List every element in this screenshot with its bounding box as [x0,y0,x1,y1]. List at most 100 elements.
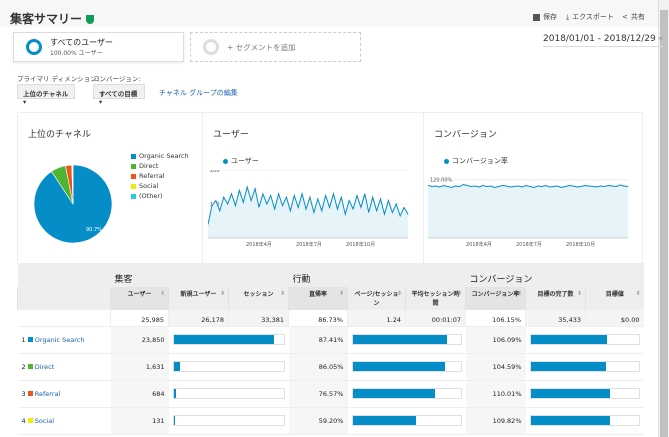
data-point [356,195,358,196]
data-point [297,207,299,208]
channel-link[interactable]: Referral [35,390,61,398]
chevron-down-icon: ▼ [658,36,664,43]
data-point [588,185,590,187]
channel-cell: 2 Direct [17,353,111,381]
sort-icon[interactable]: ⬍ [339,290,344,297]
data-point [498,186,499,187]
data-point [435,185,437,187]
primary-dimension-label: プライマリ ディメンション: [17,75,99,83]
segment-all-users[interactable]: すべてのユーザー 100.00% ユーザー [13,32,184,62]
pie-legend-item[interactable]: Referral [131,172,165,180]
channel-link[interactable]: Organic Search [35,336,85,344]
channel-color-swatch [27,336,33,342]
bar-fill [173,362,181,371]
data-point [623,185,625,187]
add-segment-label: + セグメントを追加 [227,42,296,52]
column-label: 平均セッション時間 [411,291,460,307]
data-point [521,186,523,188]
bar-cell [525,326,644,354]
data-point [443,185,444,186]
legend-label: Social [139,182,159,190]
total-value: 35,433 [525,310,586,327]
date-range-picker[interactable]: 2018/01/01 - 2018/12/29 ▼ [543,34,664,47]
y-tick-label: 120.00% [430,178,452,184]
sort-icon[interactable]: ⬍ [397,290,402,297]
add-segment-button[interactable]: + セグメントを追加 [190,32,361,62]
bar-cell [168,326,289,354]
data-point [494,187,495,188]
bar-fill [530,389,610,398]
data-point [545,185,546,186]
dimension-dropdown[interactable]: 上位のチャネル ▾ [17,84,75,106]
sort-icon[interactable]: ⬍ [635,290,640,297]
pie-legend-item[interactable]: Organic Search [131,152,189,160]
pie-legend-item[interactable]: Social [131,182,158,190]
save-button[interactable]: 保存 [533,12,557,22]
bounce-value: 86.05% [288,353,348,381]
sort-icon[interactable]: ⬍ [517,290,522,297]
column-header[interactable]: コンバージョン率 ⬍ [465,287,526,310]
scrollbar-thumb[interactable] [660,10,668,437]
channel-link[interactable]: Social [35,417,54,425]
column-header[interactable]: ページ/セッション ⬍ [347,287,406,310]
data-point [242,202,244,203]
legend-label: コンバージョン率 [452,157,508,165]
pie-legend-item[interactable]: (Other) [131,192,163,200]
total-value: $0.00 [585,310,644,327]
export-button[interactable]: ⤓ エクスポート [566,12,614,22]
sort-icon[interactable]: ⬇ [160,290,165,297]
data-point [317,198,319,200]
bar-cell [168,353,289,381]
column-header[interactable]: 目標値 ⬍ [585,287,644,310]
column-label: 新規ユーザー [180,291,217,298]
data-point [517,185,519,187]
data-point [219,210,221,212]
column-header[interactable]: 平均セッション時間 ⬍ [405,287,466,310]
bar-fill [352,416,417,425]
data-point [352,208,354,210]
legend-swatch [131,173,136,179]
column-header[interactable]: 目標の完了数 ⬍ [525,287,586,310]
pie-legend-item[interactable]: Direct [131,162,158,170]
data-point [482,185,484,186]
legend-swatch [131,193,136,199]
bar-track [351,361,462,372]
channel-color-swatch [27,390,33,396]
bar-fill [530,416,610,425]
bar-fill [352,389,436,398]
table-row: 4 Social 131 59.20% 109.82% [17,407,644,435]
users-value: 23,850 [110,326,169,354]
data-point [266,203,268,205]
share-button[interactable]: < 共有 [622,12,645,22]
bar-track [172,361,285,372]
data-point [388,200,389,201]
column-header[interactable]: ユーザー ⬇ [110,287,169,310]
data-point [612,185,613,187]
table-row: 2 Direct 1,631 86.05% 104.59% [17,353,644,381]
conversion-dropdown[interactable]: すべての目標 ▾ [93,84,145,106]
column-header[interactable]: 直帰率 ⬍ [288,287,348,310]
bar-track [529,388,640,399]
export-label: エクスポート [572,13,614,21]
column-header[interactable]: 新規ユーザー ⬍ [168,287,229,310]
data-point [462,184,464,185]
legend-label: Direct [139,162,159,170]
edit-channel-group-link[interactable]: チャネル グループの編集 [159,88,238,98]
data-point [486,186,488,187]
data-point [568,185,570,186]
channel-link[interactable]: Direct [35,363,54,371]
row-index: 3 [21,389,26,398]
data-point [262,193,264,195]
sort-icon[interactable]: ⬍ [577,290,582,297]
bar-fill [173,335,275,344]
sort-icon[interactable]: ⬍ [280,290,285,297]
column-label: ページ/セッション [354,291,399,307]
data-point [525,185,527,186]
data-point [466,185,468,186]
sort-icon[interactable]: ⬍ [457,290,462,297]
bar-track [351,388,462,399]
sort-icon[interactable]: ⬍ [220,290,225,297]
data-point [282,205,283,206]
column-header[interactable]: セッション ⬍ [228,287,289,310]
data-point [478,186,480,188]
